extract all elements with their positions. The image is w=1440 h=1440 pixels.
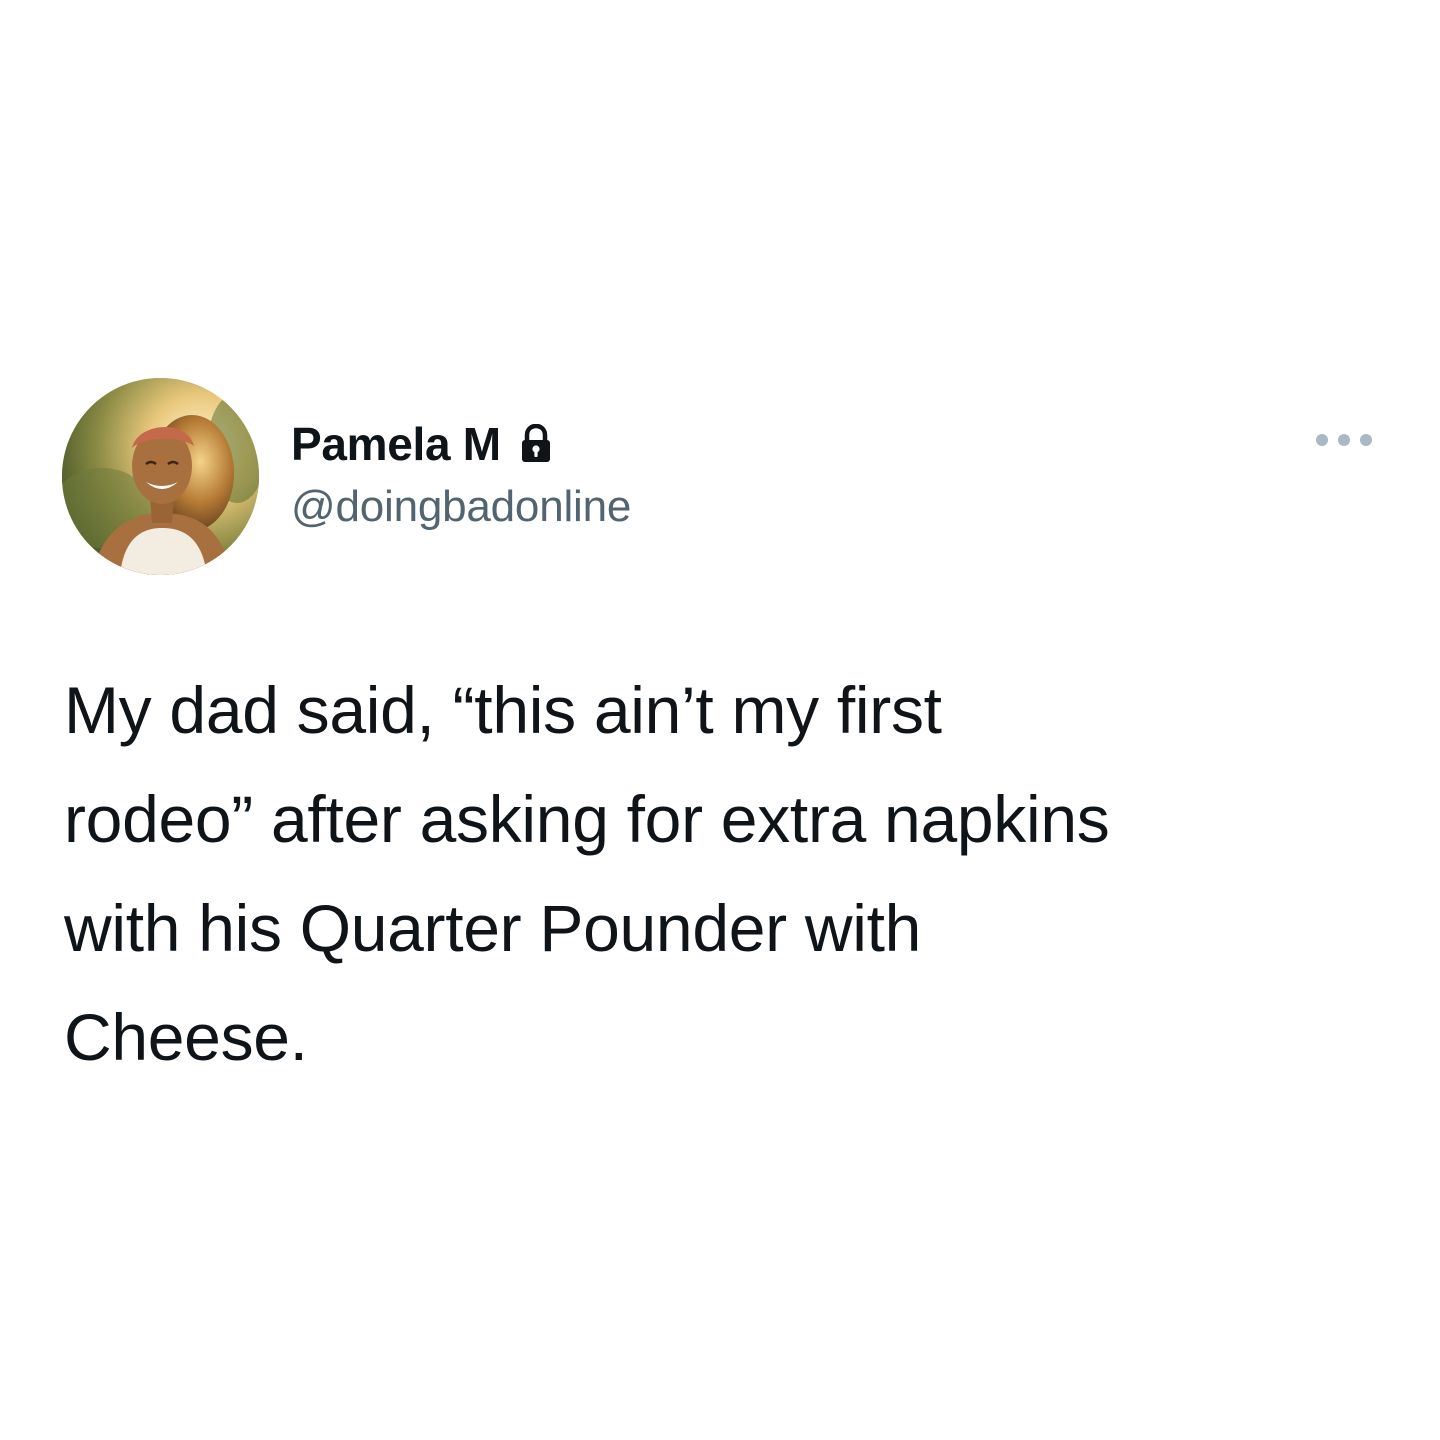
more-options-dots-icon	[1316, 434, 1372, 446]
lock-icon	[519, 424, 553, 464]
tweet-text: My dad said, “this ain’t my first rodeo”…	[64, 656, 1404, 1092]
author-name-row: Pamela M	[291, 414, 553, 474]
author-handle[interactable]: @doingbadonline	[291, 482, 631, 532]
tweet-text-line: with his Quarter Pounder with	[64, 891, 922, 965]
avatar-image	[62, 378, 259, 575]
author-display-name[interactable]: Pamela M	[291, 417, 501, 471]
tweet-text-line: Cheese.	[64, 1000, 308, 1074]
tweet-card: Pamela M @doingbadonline My dad said, “t…	[0, 0, 1440, 1440]
more-options-button[interactable]	[1308, 420, 1380, 460]
avatar[interactable]	[62, 378, 259, 575]
tweet-text-line: rodeo” after asking for extra napkins	[64, 782, 1110, 856]
tweet-text-line: My dad said, “this ain’t my first	[64, 673, 942, 747]
